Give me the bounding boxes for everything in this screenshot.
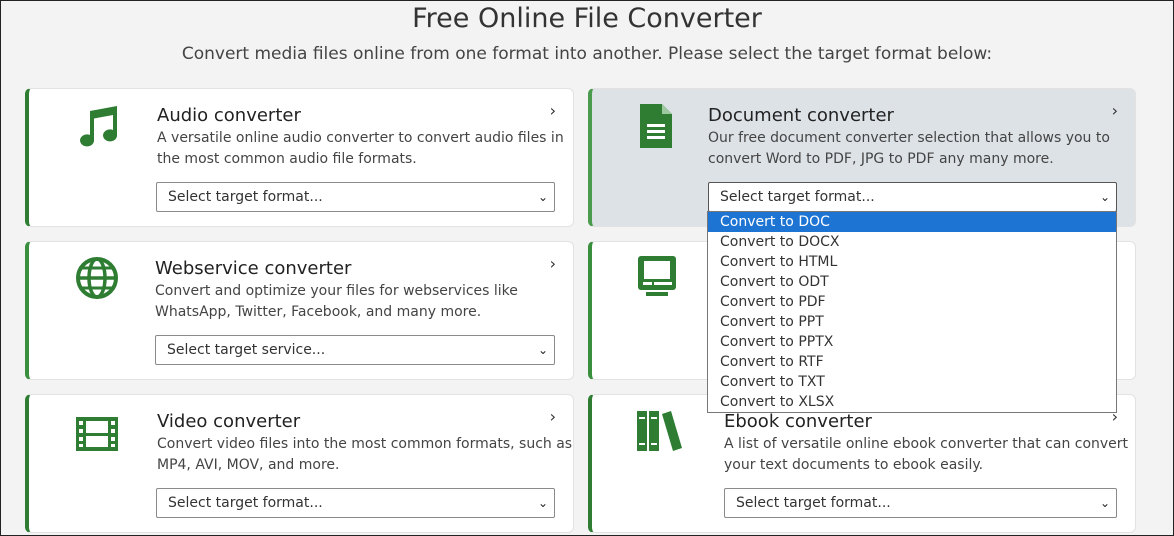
webservice-converter-description: Convert and optimize your files for webs… (155, 283, 518, 320)
video-converter-title: Video converter (157, 411, 301, 432)
video-converter-description: Convert video files into the most common… (157, 436, 573, 473)
page-title: Free Online File Converter (412, 3, 762, 34)
document-converter-title: Document converter (708, 105, 894, 126)
video-format-select[interactable]: Select target format... ⌄ (156, 488, 555, 518)
dropdown-option-ppt[interactable]: Convert to PPT (708, 312, 1116, 332)
chevron-down-icon: ⌄ (537, 496, 548, 510)
ebook-format-select[interactable]: Select target format... ⌄ (724, 488, 1117, 518)
dropdown-option-html[interactable]: Convert to HTML (708, 252, 1116, 272)
dropdown-option-rtf[interactable]: Convert to RTF (708, 352, 1116, 372)
chevron-down-icon: ⌄ (537, 190, 548, 204)
document-converter-card[interactable]: Document converter Our free document con… (588, 88, 1136, 227)
music-note-icon (80, 106, 117, 147)
chevron-right-icon[interactable]: › (550, 254, 556, 273)
film-icon (76, 417, 118, 451)
audio-converter-card[interactable]: Audio converter A versatile online audio… (25, 88, 574, 227)
webservice-converter-title: Webservice converter (155, 258, 352, 279)
page-subtitle: Convert media files online from one form… (181, 44, 993, 64)
audio-format-select[interactable]: Select target format... ⌄ (156, 182, 555, 212)
books-icon (637, 411, 682, 451)
document-icon (640, 104, 672, 148)
chevron-down-icon: ⌄ (1099, 496, 1110, 510)
dropdown-option-pptx[interactable]: Convert to PPTX (708, 332, 1116, 352)
chevron-right-icon[interactable]: › (550, 101, 556, 120)
chevron-down-icon: ⌄ (1099, 190, 1110, 204)
dropdown-option-doc[interactable]: Convert to DOC (708, 212, 1116, 232)
ebook-converter-title: Ebook converter (724, 411, 872, 432)
dropdown-option-pdf[interactable]: Convert to PDF (708, 292, 1116, 312)
audio-converter-description: A versatile online audio converter to co… (157, 130, 564, 167)
dropdown-option-odt[interactable]: Convert to ODT (708, 272, 1116, 292)
document-format-select[interactable]: Select target format... ⌄ (708, 182, 1117, 212)
document-format-dropdown[interactable]: Convert to DOC Convert to DOCX Convert t… (707, 211, 1117, 413)
dropdown-option-xlsx[interactable]: Convert to XLSX (708, 392, 1116, 412)
chevron-right-icon[interactable]: › (550, 407, 556, 426)
chevron-down-icon: ⌄ (537, 343, 548, 357)
globe-icon (76, 257, 118, 299)
webservice-converter-card[interactable]: Webservice converter Convert and optimiz… (25, 241, 574, 380)
monitor-icon (638, 256, 676, 296)
webservice-select[interactable]: Select target service... ⌄ (155, 335, 555, 365)
dropdown-option-docx[interactable]: Convert to DOCX (708, 232, 1116, 252)
ebook-converter-description: A list of versatile online ebook convert… (724, 436, 1129, 473)
document-converter-description: Our free document converter selection th… (708, 130, 1110, 167)
dropdown-option-txt[interactable]: Convert to TXT (708, 372, 1116, 392)
chevron-right-icon[interactable]: › (1112, 101, 1118, 120)
video-converter-card[interactable]: Video converter Convert video files into… (25, 394, 574, 533)
ebook-converter-card[interactable]: Ebook converter A list of versatile onli… (588, 394, 1136, 533)
audio-converter-title: Audio converter (157, 105, 301, 126)
